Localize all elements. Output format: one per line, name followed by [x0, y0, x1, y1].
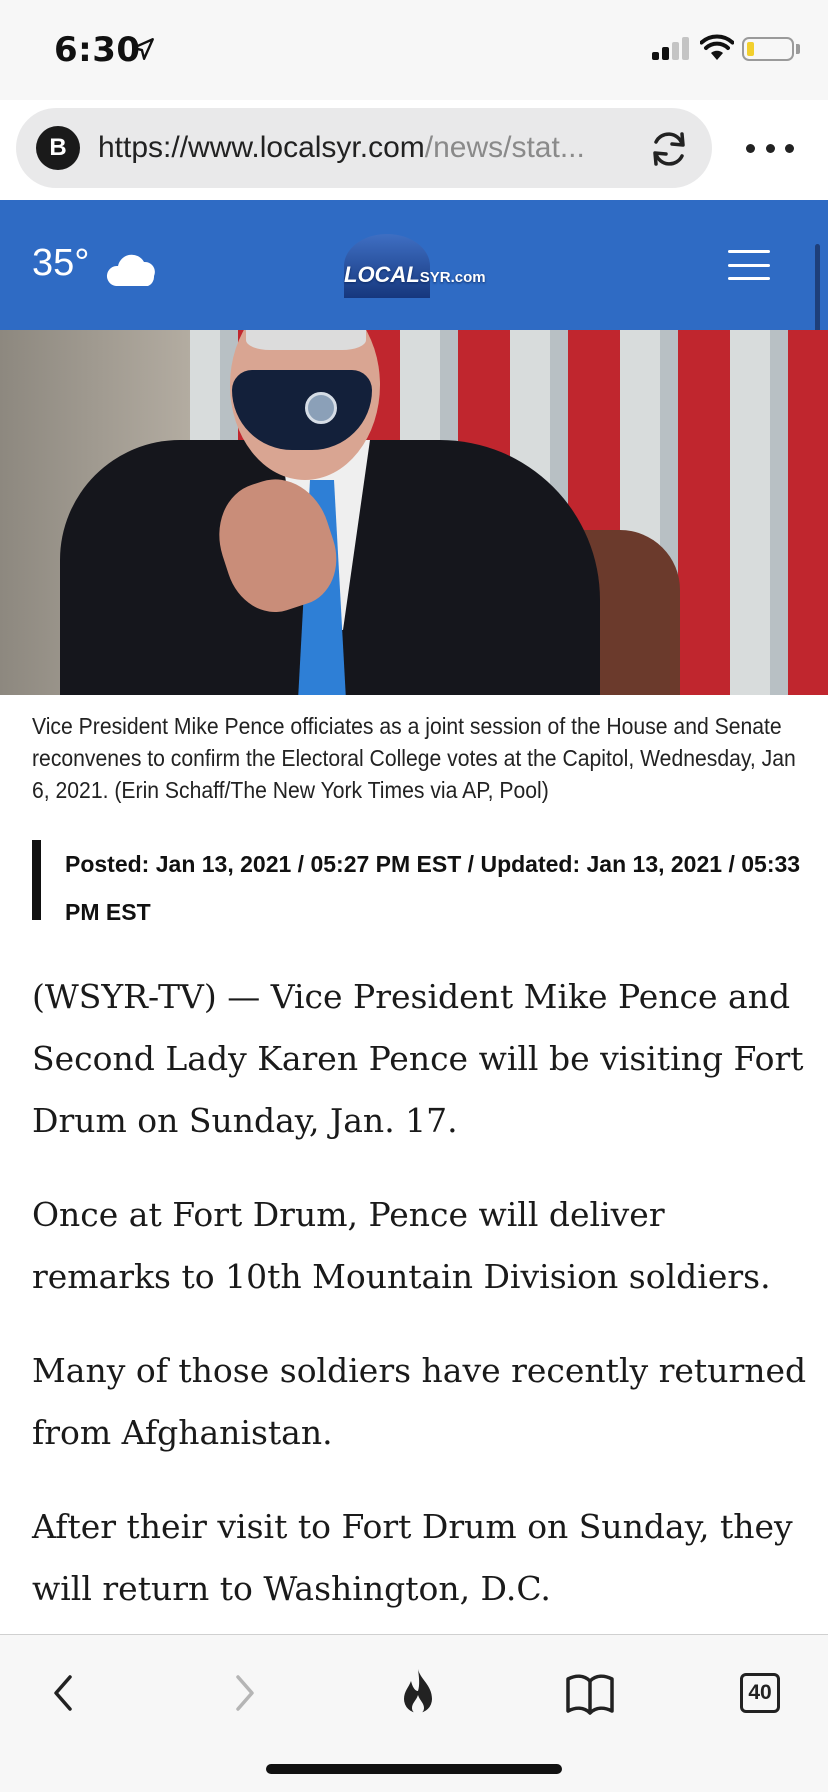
logo-text-suffix: SYR.com [419, 269, 486, 286]
location-arrow-icon [132, 38, 154, 60]
article-paragraph: Many of those soldiers have recently ret… [32, 1351, 807, 1452]
tabs-icon[interactable]: 40 [740, 1673, 796, 1729]
home-indicator[interactable] [266, 1764, 562, 1774]
hamburger-icon[interactable] [728, 250, 770, 280]
article-paragraph: Once at Fort Drum, Pence will deliver re… [32, 1195, 771, 1296]
reload-icon[interactable] [646, 126, 692, 172]
status-bar: 6:30 [0, 0, 828, 100]
article-body: (WSYR-TV) — Vice President Mike Pence an… [32, 966, 808, 1652]
site-header: 35° LOCALSYR.com [0, 200, 828, 330]
posted-date: Posted: Jan 13, 2021 / 05:27 PM EST / Up… [32, 840, 802, 925]
forward-icon[interactable] [216, 1665, 272, 1721]
cellular-signal-icon [652, 36, 690, 60]
bookmarks-icon[interactable] [562, 1665, 618, 1721]
article-paragraph: After their visit to Fort Drum on Sunday… [32, 1507, 793, 1608]
battery-icon [742, 37, 794, 61]
battery-nub [796, 44, 800, 54]
article-hero-image [0, 330, 828, 695]
site-badge-icon[interactable]: B [36, 126, 80, 170]
image-caption: Vice President Mike Pence officiates as … [32, 713, 796, 803]
url-path: /news/stat... [424, 131, 585, 164]
logo-text: LOCALSYR.com [344, 262, 486, 288]
flame-icon[interactable] [390, 1665, 446, 1721]
cloud-moon-icon[interactable] [106, 242, 172, 290]
temperature[interactable]: 35° [32, 242, 89, 285]
site-logo[interactable]: LOCALSYR.com [340, 234, 500, 298]
status-time: 6:30 [54, 30, 141, 70]
wifi-icon [700, 34, 734, 60]
logo-text-main: LOCAL [344, 262, 420, 287]
back-icon[interactable] [36, 1665, 92, 1721]
address-bar[interactable]: B https://www.localsyr.com/news/stat... [16, 108, 712, 188]
url-field[interactable]: https://www.localsyr.com/news/stat... [98, 128, 648, 168]
more-icon[interactable] [746, 128, 794, 168]
tab-count: 40 [740, 1673, 780, 1713]
article-paragraph: (WSYR-TV) — Vice President Mike Pence an… [32, 977, 804, 1140]
url-host: https://www.localsyr.com [98, 131, 425, 164]
